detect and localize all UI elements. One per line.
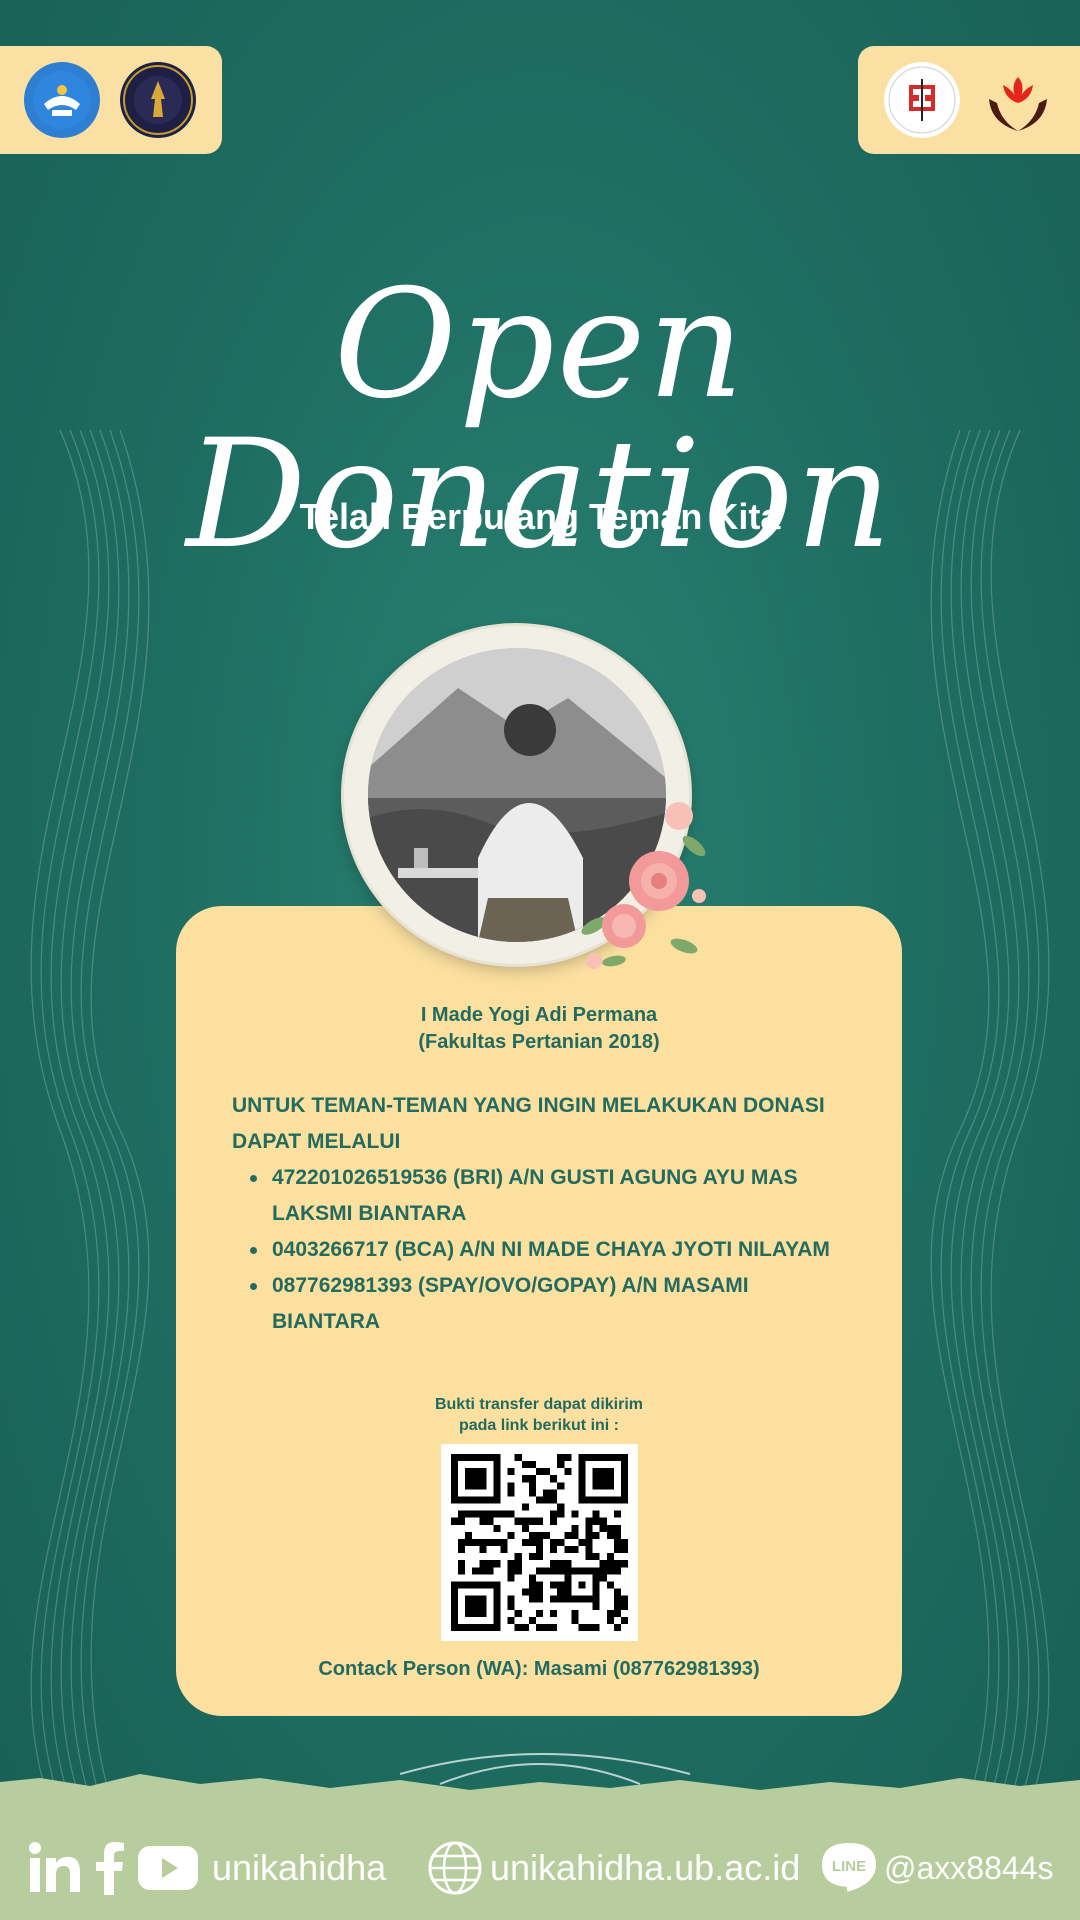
line-contact[interactable]: LINE @axx8844s [820,1841,1053,1895]
website-link[interactable]: unikahidha.ub.ac.id [428,1841,800,1895]
header-logos-right [858,46,1080,154]
header-logos-left [0,46,222,154]
account-list: 472201026519536 (BRI) A/N GUSTI AGUNG AY… [250,1160,852,1340]
proof-line: pada link berikut ini : [458,1417,620,1434]
social-handle[interactable]: unikahidha [212,1847,386,1889]
website-url[interactable]: unikahidha.ub.ac.id [490,1847,800,1889]
social-links: unikahidha [28,1841,386,1895]
facebook-icon[interactable] [92,1841,126,1895]
universitas-brawijaya-logo [120,62,196,138]
flower-decoration [581,802,706,969]
list-item: 0403266717 (BCA) A/N NI MADE CHAYA JYOTI… [250,1232,852,1268]
footer: unikahidha unikahidha.ub.ac.id LINE @axx… [0,1832,1080,1904]
list-item: 087762981393 (SPAY/OVO/GOPAY) A/N MASAMI… [250,1268,852,1340]
faculty-line: (Fakultas Pertanian 2018) [418,1031,660,1053]
line-icon: LINE [822,1843,876,1892]
unikahidha-logo [884,62,960,138]
lotus-hands-logo [980,62,1056,138]
linkedin-icon[interactable] [28,1842,82,1894]
contact-person: Contack Person (WA): Masami (08776298139… [318,1658,760,1680]
line-id[interactable]: @axx8844s [884,1850,1053,1887]
donation-info: UNTUK TEMAN-TEMAN YANG INGIN MELAKUKAN D… [232,1088,852,1340]
page-subtitle: Telah Berpulang Teman Kita [299,496,781,537]
line-icon-label: LINE [832,1858,866,1875]
memorial-photo [344,626,706,969]
deceased-name: I Made Yogi Adi Permana (Fakultas Pertan… [176,1002,902,1056]
name-line: I Made Yogi Adi Permana [420,1004,658,1026]
kemdikbud-logo [24,62,100,138]
qr-code[interactable] [441,1444,638,1641]
donation-intro: UNTUK TEMAN-TEMAN YANG INGIN MELAKUKAN D… [232,1094,825,1153]
globe-icon [428,1841,482,1895]
youtube-icon[interactable] [138,1846,198,1890]
proof-line: Bukti transfer dapat dikirim [434,1396,644,1413]
list-item: 472201026519536 (BRI) A/N GUSTI AGUNG AY… [250,1160,852,1232]
proof-instructions: Bukti transfer dapat dikirim pada link b… [176,1394,902,1436]
